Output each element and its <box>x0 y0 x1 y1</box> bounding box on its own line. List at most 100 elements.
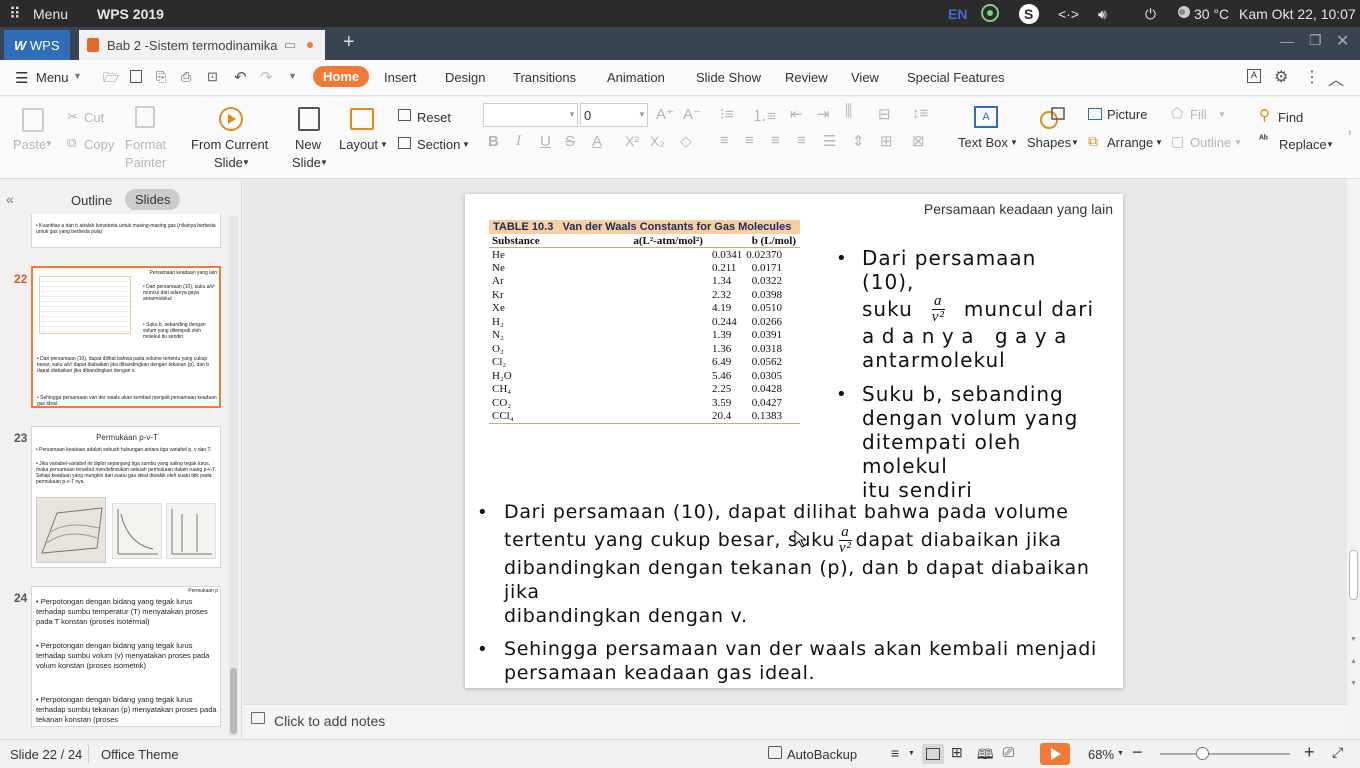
text-box-dropdown-icon[interactable]: ▼ <box>1010 138 1018 147</box>
quick-access-more-icon[interactable]: ▼ <box>288 71 297 81</box>
editor-scrollbar[interactable]: ▼ ▲ ▼ <box>1347 180 1360 738</box>
clear-format-icon[interactable]: ◇ <box>680 132 692 150</box>
section-dropdown-icon[interactable]: ▼ <box>462 140 470 149</box>
fit-window-icon[interactable]: ⤢ <box>1332 744 1343 761</box>
increase-font-icon[interactable]: A⁺ <box>656 105 674 123</box>
ribbon-scroll-right-icon[interactable]: › <box>1348 127 1352 139</box>
maximize-icon[interactable]: ❐ <box>1309 32 1322 49</box>
tab-design[interactable]: Design <box>445 70 485 85</box>
new-tab-icon[interactable]: + <box>343 31 355 54</box>
open-folder-icon[interactable]: 🗁︎ <box>103 69 119 91</box>
text-box-button[interactable]: Text Box <box>958 135 1008 150</box>
from-current-dropdown-icon[interactable]: ▼ <box>242 158 250 167</box>
superscript-icon[interactable]: X² <box>625 133 639 149</box>
main-menu-button[interactable]: Menu <box>36 70 69 85</box>
shapes-button[interactable]: Shapes <box>1027 135 1071 150</box>
reading-mode-icon[interactable]: A <box>1247 69 1261 83</box>
tab-view[interactable]: View <box>851 70 879 85</box>
font-color-icon[interactable]: A <box>592 133 602 150</box>
chevron-down-icon[interactable]: ▼ <box>73 71 82 81</box>
print-icon[interactable]: ⎙ <box>181 69 191 85</box>
tab-animation[interactable]: Animation <box>607 70 665 85</box>
paste-dropdown-icon[interactable]: ▼ <box>45 139 53 148</box>
system-menu-label[interactable]: Menu <box>33 6 68 22</box>
collapse-panel-icon[interactable]: « <box>6 191 14 207</box>
outline-icon[interactable]: ▢ <box>1171 133 1184 150</box>
distributed-icon[interactable]: ☰ <box>823 132 836 150</box>
shapes-icon[interactable] <box>1040 106 1065 129</box>
from-current-slide-label-1[interactable]: From Current <box>191 137 268 152</box>
reset-button[interactable]: Reset <box>417 110 451 125</box>
power-icon[interactable]: ⏻ <box>1145 6 1156 23</box>
notes-toggle-dropdown-icon[interactable]: ▼ <box>908 750 915 757</box>
replace-dropdown-icon[interactable]: ▼ <box>1326 140 1334 149</box>
outline-button[interactable]: Outline <box>1190 135 1231 150</box>
zoom-out-icon[interactable]: − <box>1132 742 1143 763</box>
zoom-slider-track[interactable] <box>1160 753 1290 755</box>
panel-scrollbar-track[interactable] <box>229 216 238 736</box>
play-slideshow-button[interactable] <box>1040 743 1070 765</box>
save-icon[interactable] <box>130 70 142 83</box>
fill-dropdown-icon[interactable]: ▼ <box>1218 110 1226 119</box>
increase-indent-icon[interactable]: ⇥ <box>817 105 830 123</box>
format-painter-label-1[interactable]: Format <box>125 137 166 152</box>
undo-icon[interactable]: ↶ <box>234 68 247 86</box>
align-right-icon[interactable]: ≡ <box>771 132 780 149</box>
skype-icon[interactable]: S <box>1018 3 1040 25</box>
minimize-icon[interactable]: — <box>1280 33 1294 49</box>
slide-thumbnail-24[interactable]: Permukaan p • Perpotongan dengan bidang … <box>31 586 221 727</box>
underline-icon[interactable]: U <box>540 133 551 150</box>
format-painter-icon[interactable] <box>135 106 155 128</box>
tab-insert[interactable]: Insert <box>384 70 417 85</box>
tab-outline[interactable]: Outline <box>71 193 112 208</box>
from-current-slide-label-2[interactable]: Slide <box>214 155 243 170</box>
subscript-icon[interactable]: X₂ <box>650 133 665 149</box>
clock[interactable]: Kam Okt 22, 10:07 <box>1239 6 1356 22</box>
autobackup-button[interactable]: AutoBackup <box>787 747 857 762</box>
layout-button[interactable]: Layout <box>339 137 378 152</box>
italic-icon[interactable]: I <box>516 133 521 150</box>
editor-scrollbar-thumb[interactable] <box>1349 550 1358 600</box>
align-center-icon[interactable]: ≡ <box>745 132 754 149</box>
copy-button[interactable]: Copy <box>84 137 114 152</box>
arrange-button[interactable]: Arrange <box>1107 135 1153 150</box>
tab-transitions[interactable]: Transitions <box>513 70 576 85</box>
tab-slide-show[interactable]: Slide Show <box>696 70 761 85</box>
new-slide-dropdown-icon[interactable]: ▼ <box>320 158 328 167</box>
paragraph-spacing-icon[interactable]: ⇕ <box>852 132 865 150</box>
fill-icon[interactable]: ⬠ <box>1171 105 1183 122</box>
new-slide-label-1[interactable]: New <box>295 137 321 152</box>
outline-dropdown-icon[interactable]: ▼ <box>1234 138 1242 147</box>
paste-icon[interactable] <box>22 108 44 132</box>
autobackup-icon[interactable] <box>768 746 782 759</box>
text-align-vertical-icon[interactable]: ⊞ <box>880 132 893 150</box>
close-icon[interactable]: ✕ <box>1336 31 1349 51</box>
apps-grid-icon[interactable]: ⠿ <box>9 4 21 24</box>
smartart-icon[interactable]: ⊠ <box>912 132 925 150</box>
reset-icon[interactable] <box>398 109 411 121</box>
tab-special-features[interactable]: Special Features <box>907 70 1005 85</box>
presenter-view-icon[interactable]: ⎚ <box>1003 744 1014 761</box>
section-icon[interactable] <box>398 137 411 149</box>
scroll-down-icon[interactable]: ▼ <box>1350 636 1357 643</box>
numbering-icon[interactable]: ⒈≡ <box>752 105 776 126</box>
format-painter-label-2[interactable]: Painter <box>125 155 166 170</box>
cut-button[interactable]: Cut <box>84 110 104 125</box>
font-name-select[interactable]: ▼ <box>483 103 578 127</box>
redo-icon[interactable]: ↷ <box>260 68 273 86</box>
tab-slides[interactable]: Slides <box>125 189 181 210</box>
wps-home-tab[interactable]: W WPS <box>4 30 70 60</box>
window-mode-icon[interactable]: ▭ <box>284 37 296 53</box>
layout-dropdown-icon[interactable]: ▼ <box>380 140 388 149</box>
panel-scrollbar-thumb[interactable] <box>230 668 237 734</box>
more-options-icon[interactable]: ⋮ <box>1304 67 1320 87</box>
justify-icon[interactable]: ≡ <box>797 132 806 149</box>
network-icon[interactable]: <·> <box>1058 6 1079 22</box>
font-size-select[interactable]: 0 ▼ <box>580 103 648 127</box>
slide-sorter-icon[interactable]: ⊞ <box>951 744 963 761</box>
text-direction-icon[interactable]: ⊟ <box>878 105 891 123</box>
export-icon[interactable]: ⎘ <box>156 69 166 85</box>
cut-icon[interactable]: ✂ <box>67 109 78 125</box>
align-left-icon[interactable]: ≡ <box>720 132 729 149</box>
line-spacing-icon[interactable]: ↕≡ <box>912 105 928 122</box>
